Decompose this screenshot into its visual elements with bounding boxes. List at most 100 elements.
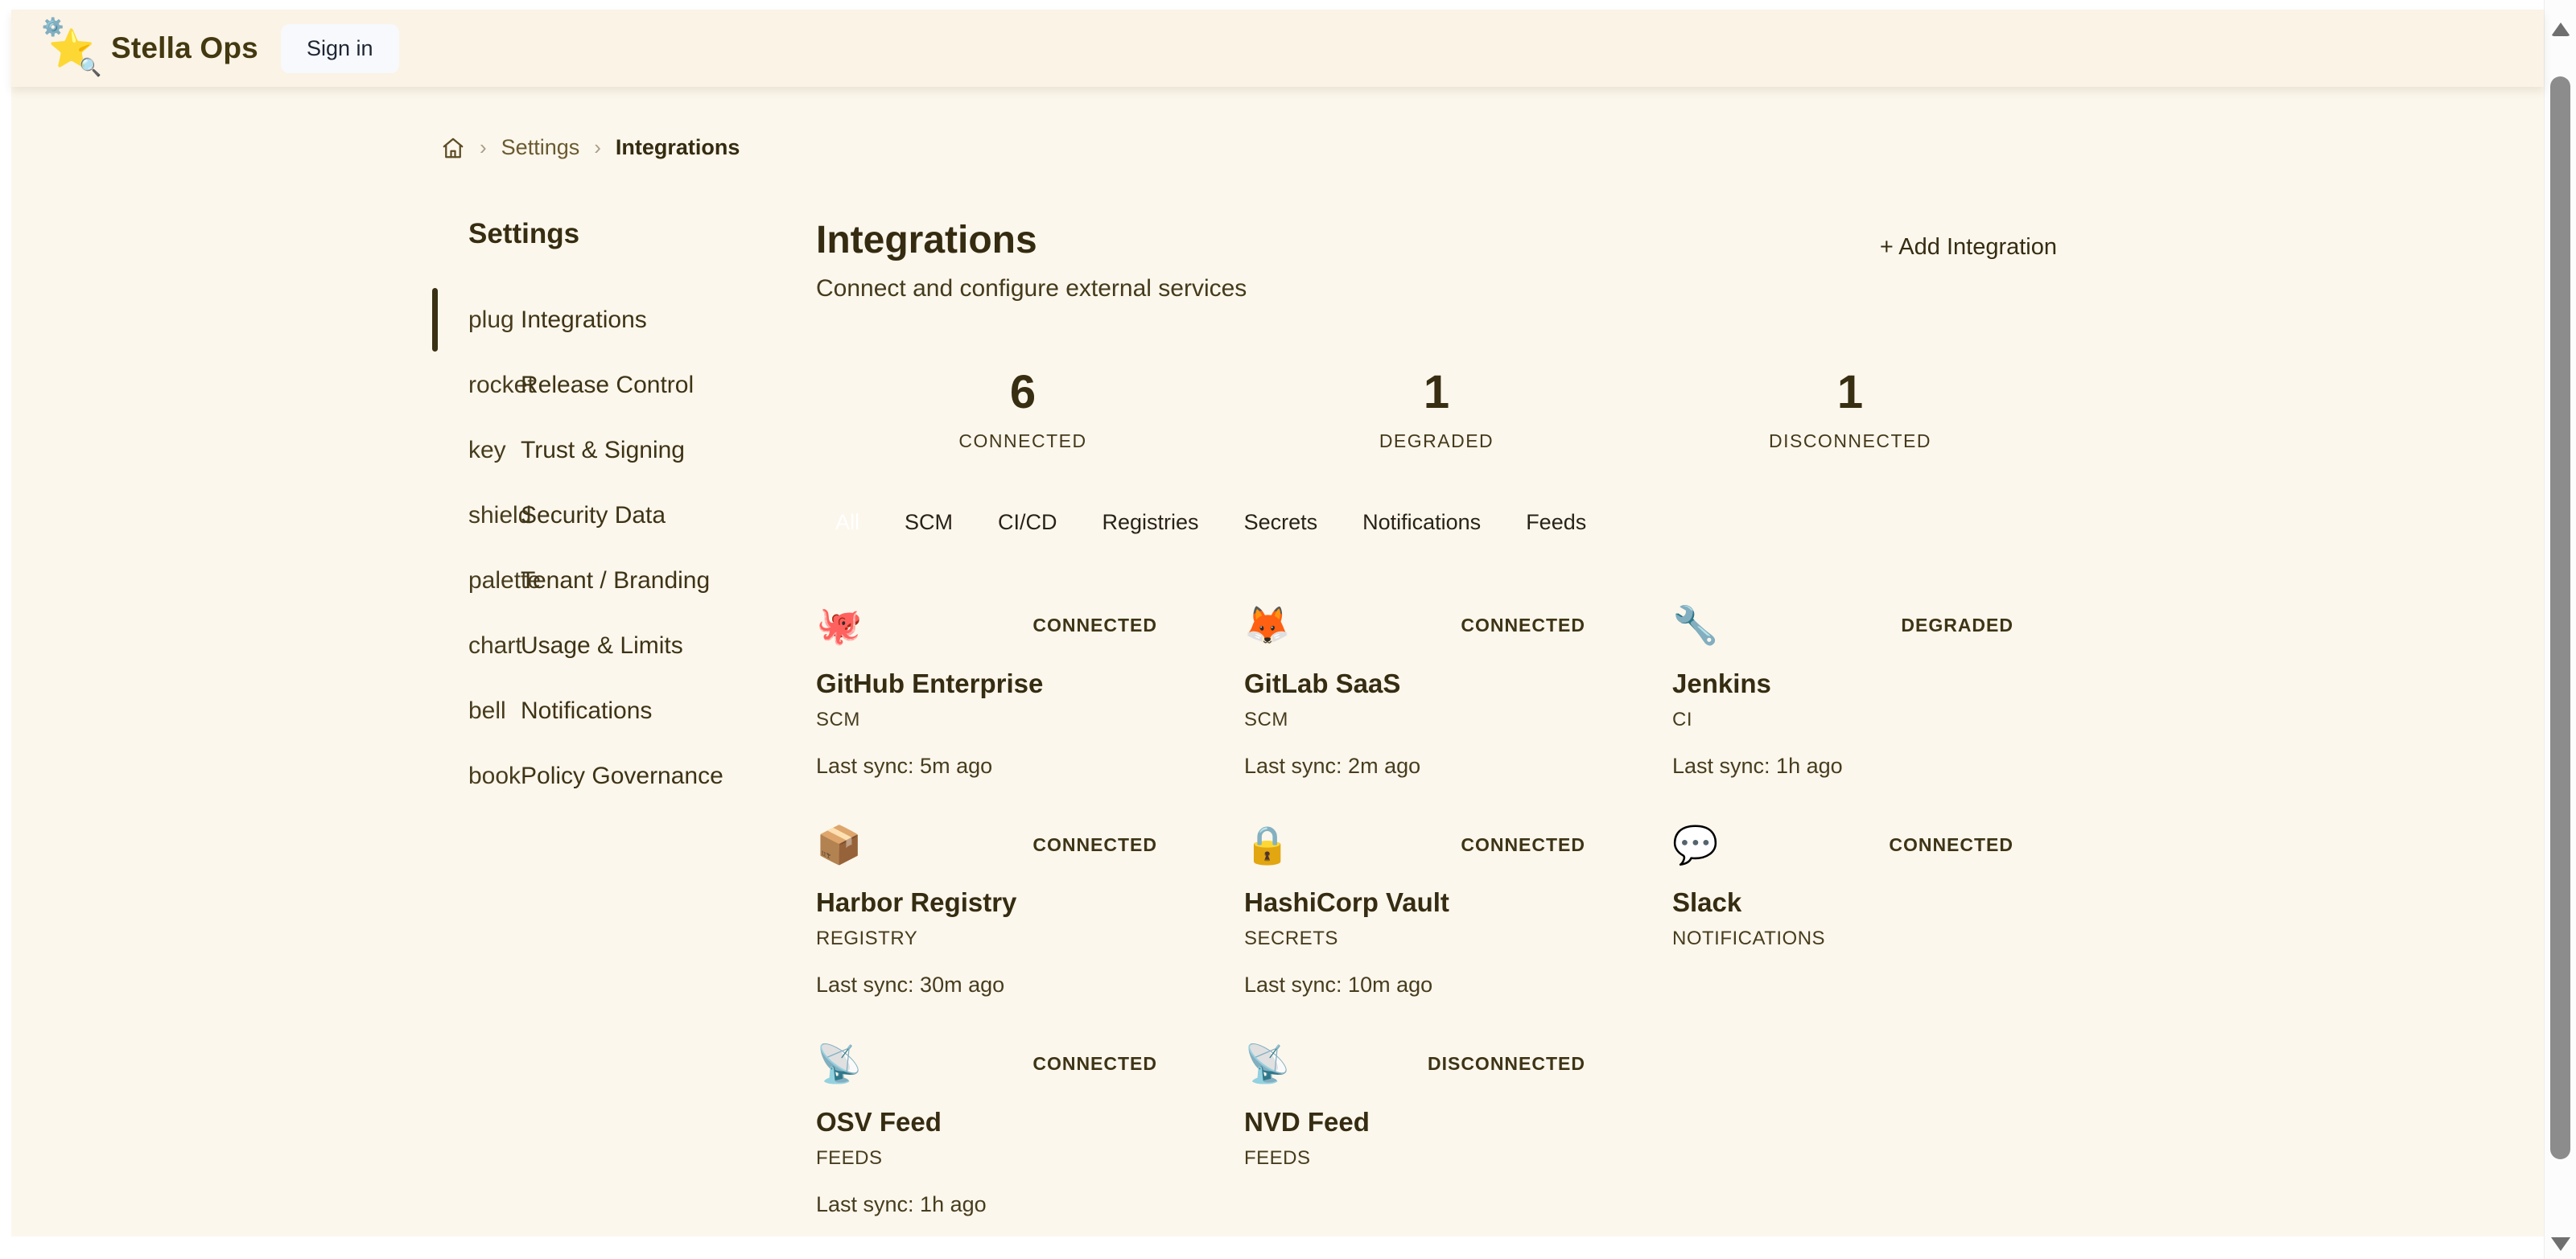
sidebar-item[interactable]: bell Notifications xyxy=(468,678,816,743)
scroll-down-button[interactable] xyxy=(2551,1237,2570,1251)
integration-icon: 🐙 xyxy=(816,603,862,649)
stat-card: 6 CONNECTED xyxy=(816,365,1230,452)
brand: ⭐ ⚙️ 🔍 Stella Ops xyxy=(47,23,258,73)
filter-tabs: All SCM CI/CD Registries Secrets Notific… xyxy=(835,510,2057,535)
stat-value: 1 xyxy=(1643,365,2057,419)
integration-icon: 📡 xyxy=(816,1041,862,1088)
integration-name: NVD Feed xyxy=(1244,1107,1672,1138)
sidebar-item[interactable]: key Trust & Signing xyxy=(468,418,816,483)
integration-category: SCM xyxy=(816,709,1244,731)
filter-tab[interactable]: CI/CD xyxy=(998,510,1057,535)
panel-header: Integrations Connect and configure exter… xyxy=(816,218,2057,302)
stat-label: DISCONNECTED xyxy=(1643,430,2057,452)
scroll-up-button[interactable] xyxy=(2551,23,2570,36)
sidebar-item-icon: bell xyxy=(468,697,521,725)
card-header: 💬 CONNECTED xyxy=(1672,822,2013,869)
integration-name: GitHub Enterprise xyxy=(816,669,1244,699)
integration-card[interactable]: 🔒 CONNECTED HashiCorp Vault SECRETS Last… xyxy=(1244,822,1672,998)
status-badge: CONNECTED xyxy=(1461,615,1585,636)
sidebar-item-icon: palette xyxy=(468,567,521,595)
integration-card[interactable]: 🐙 CONNECTED GitHub Enterprise SCM Last s… xyxy=(816,603,1244,779)
integration-icon: 🦊 xyxy=(1244,603,1290,649)
breadcrumb-separator: › xyxy=(594,135,601,160)
sidebar-item[interactable]: book Policy Governance xyxy=(468,743,816,808)
last-sync: Last sync: 1h ago xyxy=(1672,754,2100,779)
integration-card[interactable]: 📡 DISCONNECTED NVD Feed FEEDS xyxy=(1244,1041,1672,1217)
page-subtitle: Connect and configure external services xyxy=(816,275,1247,302)
integration-name: Jenkins xyxy=(1672,669,2100,699)
sidebar-item-label: Integrations xyxy=(521,307,647,334)
card-header: 🐙 CONNECTED xyxy=(816,603,1157,649)
settings-sidebar: Settings plug Integrations rocket Releas… xyxy=(430,218,816,1217)
integration-category: SCM xyxy=(1244,709,1672,731)
sidebar-item-icon: book xyxy=(468,763,521,790)
sidebar-item-icon: chart xyxy=(468,632,521,660)
filter-tab[interactable]: SCM xyxy=(905,510,953,535)
sidebar-item-label: Release Control xyxy=(521,372,694,399)
magnifier-icon: 🔍 xyxy=(80,59,101,76)
filter-tab[interactable]: Secrets xyxy=(1244,510,1318,535)
integration-icon: 🔧 xyxy=(1672,603,1718,649)
integration-name: OSV Feed xyxy=(816,1107,1244,1138)
integration-category: FEEDS xyxy=(1244,1147,1672,1170)
integration-card[interactable]: 📦 CONNECTED Harbor Registry REGISTRY Las… xyxy=(816,822,1244,998)
brand-logo-icon: ⭐ ⚙️ 🔍 xyxy=(47,23,97,73)
integration-card[interactable]: 🦊 CONNECTED GitLab SaaS SCM Last sync: 2… xyxy=(1244,603,1672,779)
gear-icon: ⚙️ xyxy=(42,19,64,36)
add-integration-button[interactable]: + Add Integration xyxy=(1880,234,2057,261)
breadcrumb-item-settings[interactable]: Settings xyxy=(501,135,580,160)
sidebar-item-label: Trust & Signing xyxy=(521,437,685,464)
status-badge: DISCONNECTED xyxy=(1428,1053,1585,1075)
filter-tab[interactable]: Feeds xyxy=(1526,510,1586,535)
status-badge: DEGRADED xyxy=(1901,615,2013,636)
breadcrumb: › Settings › Integrations xyxy=(441,135,2544,160)
home-icon[interactable] xyxy=(441,136,465,160)
integration-name: HashiCorp Vault xyxy=(1244,887,1672,918)
stat-value: 1 xyxy=(1230,365,1643,419)
page-title: Integrations xyxy=(816,218,1247,262)
last-sync: Last sync: 1h ago xyxy=(816,1192,1244,1217)
integration-cards: 🐙 CONNECTED GitHub Enterprise SCM Last s… xyxy=(816,603,2057,1217)
sidebar-item[interactable]: palette Tenant / Branding xyxy=(468,548,816,613)
scrollbar-thumb[interactable] xyxy=(2550,76,2570,1159)
sidebar-item[interactable]: plug Integrations xyxy=(468,287,816,352)
integration-category: CI xyxy=(1672,709,2100,731)
integration-card[interactable]: 🔧 DEGRADED Jenkins CI Last sync: 1h ago xyxy=(1672,603,2100,779)
sidebar-item[interactable]: rocket Release Control xyxy=(468,352,816,418)
integration-category: FEEDS xyxy=(816,1147,1244,1170)
integration-category: NOTIFICATIONS xyxy=(1672,928,2100,950)
status-badge: CONNECTED xyxy=(1461,834,1585,856)
stats-row: 6 CONNECTED 1 DEGRADED 1 DISCONNECTED xyxy=(816,365,2057,452)
app-header: ⭐ ⚙️ 🔍 Stella Ops Sign in xyxy=(11,10,2544,87)
sidebar-item-label: Usage & Limits xyxy=(521,632,683,660)
sidebar-item-label: Tenant / Branding xyxy=(521,567,710,595)
stat-label: CONNECTED xyxy=(816,430,1230,452)
integration-card[interactable]: 💬 CONNECTED Slack NOTIFICATIONS xyxy=(1672,822,2100,998)
brand-title: Stella Ops xyxy=(111,31,258,65)
integration-name: GitLab SaaS xyxy=(1244,669,1672,699)
scrollbar[interactable] xyxy=(2544,0,2576,1259)
integration-card[interactable]: 📡 CONNECTED OSV Feed FEEDS Last sync: 1h… xyxy=(816,1041,1244,1217)
breadcrumb-separator: › xyxy=(480,135,487,160)
integration-category: REGISTRY xyxy=(816,928,1244,950)
card-header: 📡 DISCONNECTED xyxy=(1244,1041,1585,1088)
integrations-panel: Integrations Connect and configure exter… xyxy=(816,218,2057,1217)
stat-card: 1 DEGRADED xyxy=(1230,365,1643,452)
stat-label: DEGRADED xyxy=(1230,430,1643,452)
filter-tab[interactable]: Registries xyxy=(1103,510,1199,535)
filter-tab[interactable]: All xyxy=(835,510,859,535)
integration-icon: 📦 xyxy=(816,822,862,869)
last-sync: Last sync: 30m ago xyxy=(816,973,1244,998)
filter-tab[interactable]: Notifications xyxy=(1362,510,1481,535)
sign-in-button[interactable]: Sign in xyxy=(281,24,399,73)
integration-icon: 💬 xyxy=(1672,822,1718,869)
status-badge: CONNECTED xyxy=(1032,1053,1157,1075)
sidebar-nav: plug Integrations rocket Release Control… xyxy=(468,287,816,808)
integration-category: SECRETS xyxy=(1244,928,1672,950)
sidebar-item[interactable]: shield Security Data xyxy=(468,483,816,548)
status-badge: CONNECTED xyxy=(1032,834,1157,856)
card-header: 🦊 CONNECTED xyxy=(1244,603,1585,649)
sidebar-item[interactable]: chart Usage & Limits xyxy=(468,613,816,678)
integration-icon: 🔒 xyxy=(1244,822,1290,869)
card-header: 🔒 CONNECTED xyxy=(1244,822,1585,869)
